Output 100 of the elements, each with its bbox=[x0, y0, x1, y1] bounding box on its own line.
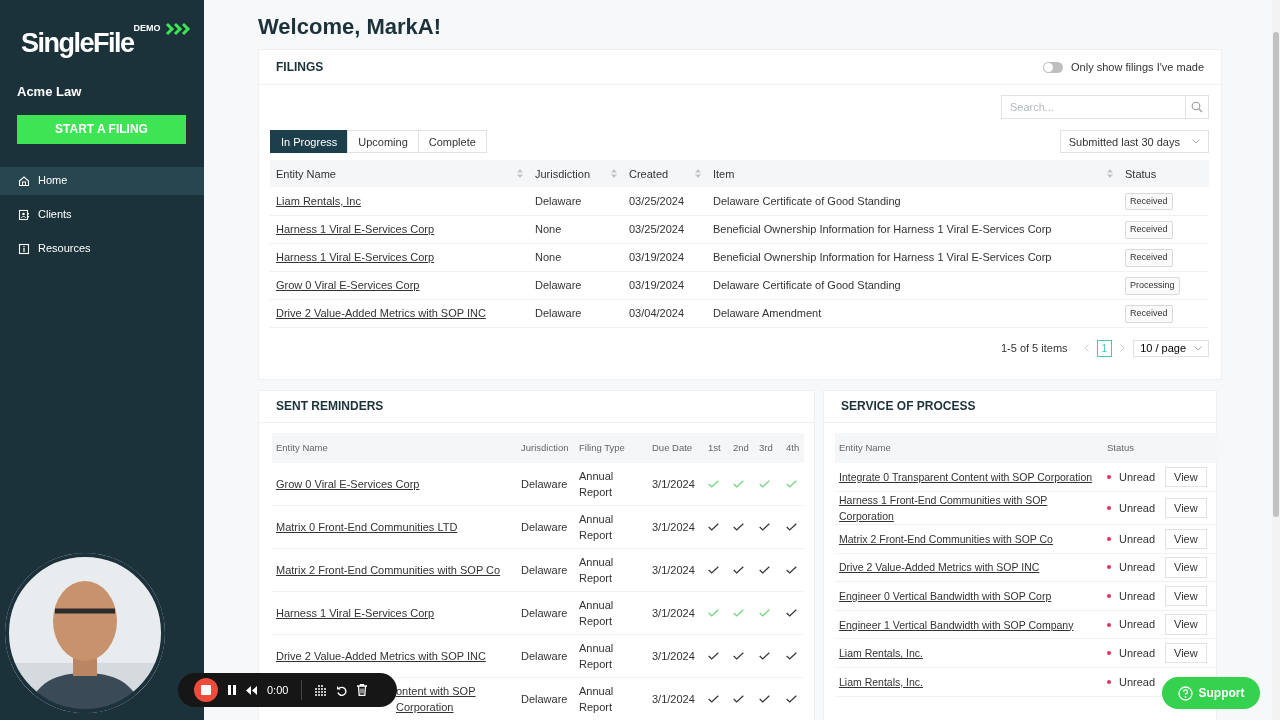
table-cell: Delaware bbox=[535, 307, 582, 320]
search-icon[interactable] bbox=[1191, 101, 1203, 114]
entity-link[interactable]: Harness 1 Viral E-Services Corp bbox=[276, 251, 435, 264]
sort-icon[interactable] bbox=[1107, 169, 1113, 179]
table-cell: 3/1/2024 bbox=[652, 521, 695, 534]
entity-link[interactable]: Drive 2 Value-Added Metrics with SOP INC bbox=[839, 559, 1040, 576]
view-button[interactable]: View bbox=[1165, 557, 1207, 578]
table-cell: Annual Report bbox=[579, 599, 614, 628]
status-text: Unread bbox=[1119, 560, 1156, 576]
column-header: Entity Name bbox=[839, 441, 891, 453]
status-dot-icon bbox=[1107, 536, 1111, 541]
card-title: SERVICE OF PROCESS bbox=[841, 398, 976, 416]
table-cell: Delaware Certificate of Good Standing bbox=[713, 194, 901, 207]
column-header: Status bbox=[1107, 441, 1134, 453]
home-icon bbox=[18, 174, 30, 187]
page-size-dropdown[interactable]: 10 / page bbox=[1133, 339, 1209, 357]
column-header: 4th bbox=[786, 441, 800, 453]
table-cell: 3/1/2024 bbox=[652, 693, 695, 706]
table-cell: 03/19/2024 bbox=[629, 279, 685, 292]
entity-link[interactable]: Drive 2 Value-Added Metrics with SOP INC bbox=[276, 648, 486, 665]
toggle-switch[interactable] bbox=[1043, 61, 1064, 73]
table-cell: 3/1/2024 bbox=[652, 650, 695, 663]
entity-link[interactable]: Matrix 2 Front-End Communities with SOP Co bbox=[276, 562, 501, 579]
status-dot-icon bbox=[1107, 651, 1111, 656]
status-dot-icon bbox=[1107, 474, 1111, 479]
sort-icon[interactable] bbox=[517, 169, 523, 179]
logo: SingleFile bbox=[21, 30, 134, 57]
view-button[interactable]: View bbox=[1165, 528, 1207, 550]
entity-link[interactable]: Liam Rentals, Inc. bbox=[839, 673, 924, 690]
item-count: 1-5 of 5 items bbox=[1000, 341, 1068, 357]
table-cell: Delaware Amendment bbox=[713, 307, 822, 320]
entity-link[interactable]: Harness 1 Viral E-Services Corp bbox=[276, 223, 435, 236]
view-button[interactable]: View bbox=[1165, 585, 1207, 607]
chevron-down-icon bbox=[1192, 139, 1200, 145]
column-header: Jurisdiction bbox=[535, 166, 591, 182]
status-badge: Received bbox=[1125, 192, 1173, 211]
sidebar-item[interactable]: Resources bbox=[0, 234, 204, 263]
help-icon bbox=[1177, 685, 1193, 701]
column-header: 2nd bbox=[733, 441, 749, 453]
table-cell: 3/1/2024 bbox=[652, 478, 695, 491]
view-button[interactable]: View bbox=[1165, 642, 1207, 664]
entity-link[interactable]: Harness 1 Viral E-Services Corp bbox=[276, 605, 435, 622]
status-text: Unread bbox=[1119, 674, 1156, 690]
filter-tab[interactable]: Complete bbox=[417, 130, 487, 154]
table-cell: Delaware bbox=[521, 478, 568, 491]
chevron-left-icon[interactable] bbox=[1083, 344, 1089, 353]
entity-link[interactable]: Liam Rentals, Inc. bbox=[839, 645, 924, 662]
card-title: SENT REMINDERS bbox=[276, 398, 384, 416]
rewind-icon[interactable] bbox=[246, 685, 257, 695]
column-header: Jurisdiction bbox=[521, 441, 569, 453]
undo-icon[interactable] bbox=[336, 684, 348, 696]
entity-link[interactable]: Matrix 2 Front-End Communities with SOP Co bbox=[839, 530, 1053, 547]
table-cell: Delaware bbox=[521, 607, 568, 620]
status-dot-icon bbox=[1107, 593, 1111, 598]
status-dot-icon bbox=[1107, 565, 1111, 570]
search-field[interactable]: Search... bbox=[1001, 95, 1209, 120]
scrollbar[interactable] bbox=[1272, 0, 1280, 720]
table-cell: Delaware Certificate of Good Standing bbox=[713, 279, 901, 292]
view-button[interactable]: View bbox=[1165, 466, 1207, 488]
column-header: Filing Type bbox=[579, 441, 625, 453]
entity-link[interactable]: Matrix 0 Front-End Communities LTD bbox=[276, 519, 458, 536]
entity-link[interactable]: Harness 1 Front-End Communities with SOP Corporation bbox=[839, 492, 1099, 524]
chevron-right-icon[interactable] bbox=[1120, 344, 1126, 353]
sort-icon[interactable] bbox=[695, 169, 701, 179]
entity-link[interactable]: Liam Rentals, Inc bbox=[276, 194, 361, 207]
table-cell: Delaware bbox=[521, 693, 568, 706]
trash-icon[interactable] bbox=[357, 684, 368, 696]
status-badge: Received bbox=[1125, 221, 1173, 239]
view-button[interactable]: View bbox=[1165, 497, 1207, 519]
sort-icon[interactable] bbox=[611, 169, 617, 179]
entity-link[interactable]: Engineer 0 Vertical Bandwidth with SOP Corp bbox=[839, 587, 1052, 604]
stop-button[interactable] bbox=[194, 678, 218, 702]
entity-link[interactable]: Engineer 1 Vertical Bandwidth with SOP Company bbox=[839, 616, 1074, 633]
chevron-down-icon bbox=[1194, 345, 1202, 351]
table-cell: 03/25/2024 bbox=[629, 223, 685, 236]
recording-time: 0:00 bbox=[267, 682, 289, 698]
table-cell: Delaware bbox=[521, 650, 568, 663]
dot-grid-icon[interactable] bbox=[315, 684, 327, 696]
sidebar-item[interactable]: Home bbox=[0, 166, 204, 195]
date-range-dropdown[interactable]: Submitted last 30 days bbox=[1059, 130, 1209, 154]
table-cell: Annual Report bbox=[579, 513, 614, 542]
entity-link[interactable]: Grow 0 Viral E-Services Corp bbox=[276, 476, 420, 493]
filter-tab[interactable]: In Progress bbox=[270, 130, 349, 154]
column-header: Item bbox=[713, 166, 735, 182]
status-badge: Received bbox=[1125, 249, 1173, 267]
filter-tab[interactable]: Upcoming bbox=[347, 130, 419, 154]
table-cell: 3/1/2024 bbox=[652, 607, 695, 620]
entity-link[interactable]: ontent with SOP Corporation bbox=[396, 683, 513, 716]
page-title: Welcome, MarkA! bbox=[258, 14, 442, 41]
view-button[interactable]: View bbox=[1165, 614, 1207, 635]
entity-link[interactable]: Grow 0 Viral E-Services Corp bbox=[276, 279, 420, 292]
status-badge: Processing bbox=[1125, 277, 1180, 295]
table-cell: Delaware bbox=[535, 194, 582, 207]
entity-link[interactable]: Integrate 0 Transparent Content with SOP Corporation bbox=[839, 468, 1093, 485]
table-cell: Delaware bbox=[535, 279, 582, 292]
status-text: Unread bbox=[1119, 617, 1156, 633]
table-cell: Beneficial Ownership Information for Harness 1 Viral E-Services Corp bbox=[713, 251, 1052, 264]
sidebar-item[interactable]: Clients bbox=[0, 200, 204, 229]
entity-link[interactable]: Drive 2 Value-Added Metrics with SOP INC bbox=[276, 307, 486, 320]
pause-icon[interactable] bbox=[228, 685, 236, 695]
